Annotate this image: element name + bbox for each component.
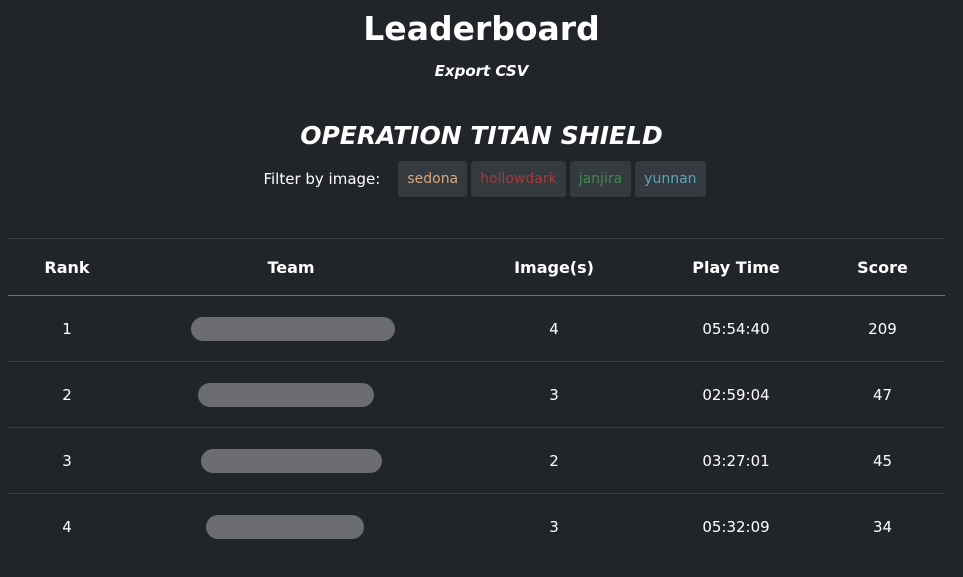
score-cell: 47 (872, 385, 893, 404)
filter-label: Filter by image: (263, 170, 381, 188)
team-cell (126, 428, 456, 493)
rank-cell: 2 (62, 385, 72, 404)
score-cell: 45 (872, 451, 893, 470)
team-cell (126, 296, 456, 361)
play-time-cell: 02:59:04 (702, 385, 770, 404)
play-time-cell: 05:54:40 (702, 319, 770, 338)
export-csv-link[interactable]: Export CSV (435, 62, 529, 80)
team-name-redacted (201, 448, 382, 473)
filter-button-yunnan[interactable]: yunnan (635, 161, 706, 197)
operation-title: OPERATION TITAN SHIELD (300, 121, 663, 150)
filter-button-sedona[interactable]: sedona (398, 161, 468, 197)
table-header-row: Rank Team Image(s) Play Time Score (8, 238, 945, 296)
images-count-cell: 3 (549, 385, 559, 404)
rank-cell: 4 (62, 517, 72, 536)
rank-cell: 1 (62, 319, 72, 338)
column-header-team[interactable]: Team (126, 258, 456, 277)
table-row: 1 4 05:54:40 209 (8, 296, 945, 361)
team-cell (126, 494, 456, 559)
images-count-cell: 2 (549, 451, 559, 470)
team-name-redacted (191, 316, 395, 341)
play-time-cell: 05:32:09 (702, 517, 770, 536)
filter-button-janjira[interactable]: janjira (569, 161, 632, 197)
team-name-redacted (206, 514, 364, 539)
table-row: 3 2 03:27:01 45 (8, 427, 945, 493)
table-body: 1 4 05:54:40 209 2 3 02:59:04 47 3 2 03:… (8, 296, 945, 559)
team-cell (126, 362, 456, 427)
filter-button-hollowdark[interactable]: hollowdark (471, 161, 566, 197)
images-count-cell: 4 (549, 319, 559, 338)
score-cell: 209 (868, 319, 897, 338)
play-time-cell: 03:27:01 (702, 451, 770, 470)
page-title: Leaderboard (363, 9, 600, 48)
score-cell: 34 (872, 517, 893, 536)
column-header-play-time[interactable]: Play Time (652, 258, 820, 277)
column-header-images[interactable]: Image(s) (456, 258, 652, 277)
rank-cell: 3 (62, 451, 72, 470)
image-filter-bar: Filter by image: sedona hollowdark janji… (0, 161, 963, 197)
leaderboard-page: Leaderboard Export CSV OPERATION TITAN S… (0, 0, 963, 577)
column-header-rank[interactable]: Rank (8, 258, 126, 277)
column-header-score[interactable]: Score (820, 258, 945, 277)
table-row: 2 3 02:59:04 47 (8, 361, 945, 427)
images-count-cell: 3 (549, 517, 559, 536)
team-name-redacted (198, 382, 374, 407)
leaderboard-table: Rank Team Image(s) Play Time Score 1 4 0… (8, 238, 945, 559)
table-row: 4 3 05:32:09 34 (8, 493, 945, 559)
